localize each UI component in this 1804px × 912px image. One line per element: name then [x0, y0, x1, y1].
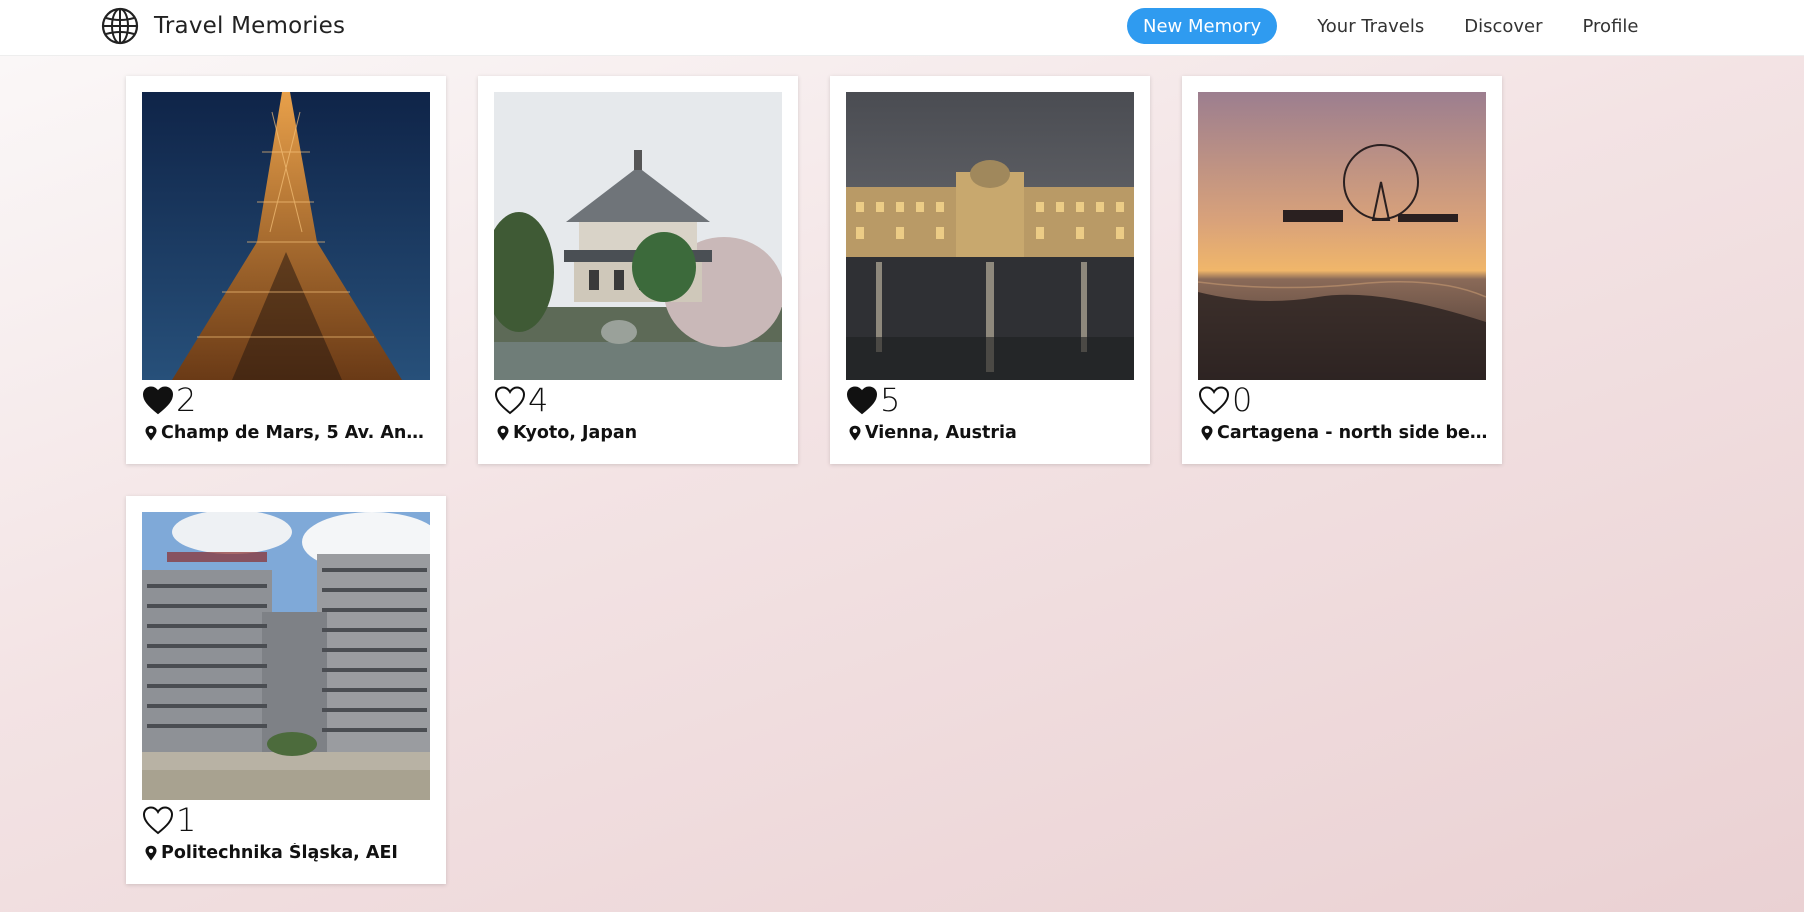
heart-filled-icon[interactable] [846, 385, 878, 415]
nav-profile[interactable]: Profile [1583, 16, 1639, 37]
location-pin-icon [145, 425, 157, 441]
globe-icon [101, 7, 139, 45]
like-count: 5 [880, 381, 901, 419]
location-row: Vienna, Austria [848, 422, 1138, 444]
memory-card[interactable]: 1 Politechnika Śląska, AEI [126, 496, 446, 884]
heart-outline-icon[interactable] [494, 385, 526, 415]
memory-card[interactable]: 5 Vienna, Austria [830, 76, 1150, 464]
nav-your-travels[interactable]: Your Travels [1317, 16, 1424, 37]
nav-discover[interactable]: Discover [1464, 16, 1542, 37]
sunset-beach-photo[interactable] [1198, 92, 1486, 380]
office-building-photo[interactable] [142, 512, 430, 800]
heart-filled-icon[interactable] [142, 385, 174, 415]
location-row: Kyoto, Japan [496, 422, 786, 444]
like-row: 0 [1198, 382, 1252, 418]
like-count: 2 [176, 381, 197, 419]
memory-card[interactable]: 2 Champ de Mars, 5 Av. Anatole France [126, 76, 446, 464]
like-row: 2 [142, 382, 196, 418]
new-memory-button[interactable]: New Memory [1127, 8, 1278, 44]
location-pin-icon [849, 425, 861, 441]
like-row: 5 [846, 382, 900, 418]
location-pin-icon [145, 845, 157, 861]
location-text: Champ de Mars, 5 Av. Anatole France [161, 423, 434, 443]
location-text: Vienna, Austria [865, 423, 1017, 443]
location-pin-icon [1201, 425, 1213, 441]
location-row: Politechnika Śląska, AEI [144, 842, 434, 864]
vienna-palace-photo[interactable] [846, 92, 1134, 380]
like-count: 0 [1232, 381, 1253, 419]
location-text: Cartagena - north side beach [1217, 423, 1490, 443]
like-row: 4 [494, 382, 548, 418]
location-pin-icon [497, 425, 509, 441]
heart-outline-icon[interactable] [1198, 385, 1230, 415]
app-title: Travel Memories [154, 13, 346, 39]
top-navbar: Travel Memories New Memory Your Travels … [0, 0, 1804, 56]
kyoto-pagoda-photo[interactable] [494, 92, 782, 380]
memory-card[interactable]: 0 Cartagena - north side beach [1182, 76, 1502, 464]
memory-card[interactable]: 4 Kyoto, Japan [478, 76, 798, 464]
nav-links: New Memory Your Travels Discover Profile [1127, 8, 1638, 44]
like-row: 1 [142, 802, 196, 838]
like-count: 1 [176, 801, 197, 839]
location-text: Kyoto, Japan [513, 423, 638, 443]
location-row: Cartagena - north side beach [1200, 422, 1490, 444]
like-count: 4 [528, 381, 549, 419]
eiffel-tower-photo[interactable] [142, 92, 430, 380]
location-row: Champ de Mars, 5 Av. Anatole France [144, 422, 434, 444]
location-text: Politechnika Śląska, AEI [161, 843, 398, 863]
brand[interactable]: Travel Memories [100, 6, 345, 46]
heart-outline-icon[interactable] [142, 805, 174, 835]
